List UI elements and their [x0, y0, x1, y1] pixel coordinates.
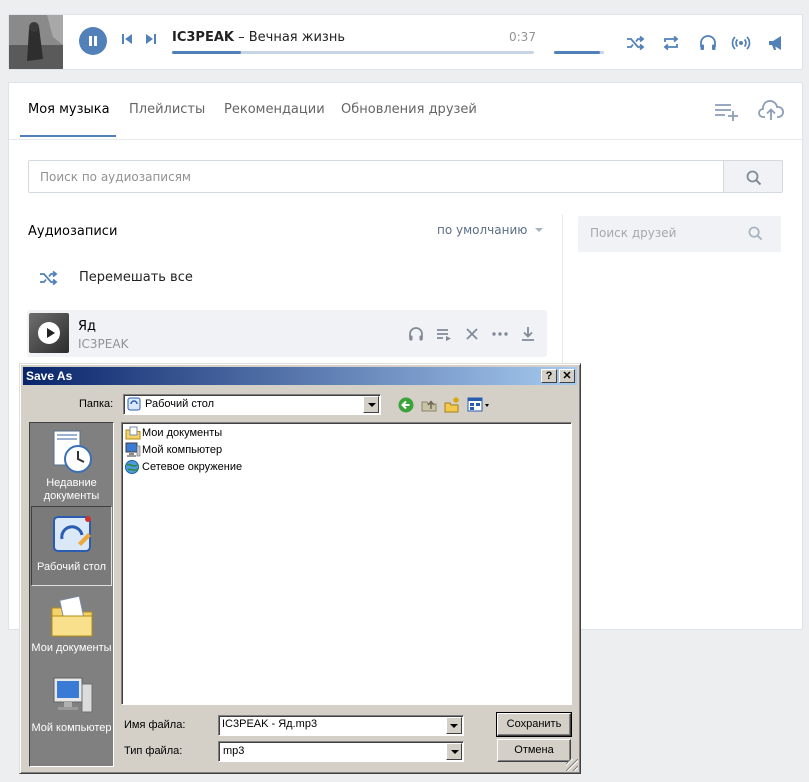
file-name: Сетевое окружение [142, 461, 243, 473]
file-list[interactable]: Мои документы Мой компьютер Сетевое окру… [121, 422, 572, 705]
pause-button[interactable] [79, 27, 107, 55]
audio-title[interactable]: Яд [78, 319, 96, 334]
delete-icon[interactable] [463, 325, 481, 343]
sort-dropdown[interactable]: по умолчанию [437, 223, 543, 237]
file-name: Мои документы [142, 427, 223, 439]
listen-icon[interactable] [407, 325, 425, 343]
place-recent-documents[interactable]: Недавние документы [31, 425, 112, 505]
shuffle-all-button[interactable]: Перемешать все [28, 261, 548, 295]
track-cover [9, 15, 63, 69]
track-time[interactable]: 0:37 [509, 30, 536, 44]
help-button[interactable]: ? [541, 369, 557, 383]
add-playlist-icon[interactable] [714, 99, 740, 123]
file-name: Мой компьютер [142, 444, 223, 456]
progress-bar[interactable] [172, 51, 534, 54]
shuffle-icon[interactable] [625, 33, 645, 53]
filename-field[interactable] [218, 715, 464, 736]
network-icon [125, 460, 139, 474]
folder-combo[interactable]: Рабочий стол [123, 394, 381, 415]
now-playing-artist[interactable]: IC3PEAK [172, 30, 234, 45]
view-menu-icon[interactable] [467, 396, 491, 414]
filename-label: Имя файла: [124, 719, 186, 731]
folder-dropdown-arrow[interactable] [363, 396, 379, 413]
place-desktop[interactable]: Рабочий стол [31, 506, 112, 586]
play-track-button[interactable] [29, 313, 69, 353]
volume-fill [554, 51, 600, 54]
place-label: Рабочий стол [36, 561, 107, 573]
search-icon [746, 170, 762, 186]
tab-playlists[interactable]: Плейлисты [129, 102, 205, 117]
my-computer-icon [53, 677, 92, 713]
friends-search-placeholder: Поиск друзей [590, 226, 677, 240]
repeat-icon[interactable] [661, 33, 681, 53]
tab-friends-updates[interactable]: Обновления друзей [341, 102, 477, 117]
new-folder-icon[interactable] [443, 396, 461, 414]
audio-artist[interactable]: IC3PEAK [78, 337, 128, 351]
audio-row[interactable]: Яд IC3PEAK [27, 310, 547, 357]
announce-icon[interactable] [766, 33, 786, 53]
audio-search-input[interactable] [28, 160, 723, 193]
recent-documents-icon [53, 430, 92, 473]
save-as-dialog: Save As ? ✕ Папка: Рабочий стол Недавние… [19, 363, 581, 774]
shuffle-icon [40, 270, 58, 286]
broadcast-icon[interactable] [731, 33, 751, 53]
now-playing-song: Вечная жизнь [248, 30, 345, 45]
up-folder-icon[interactable] [420, 396, 438, 414]
tab-my-music[interactable]: Моя музыка [28, 102, 110, 117]
upload-audio-icon[interactable] [758, 99, 784, 123]
filetype-label: Тип файла: [124, 745, 183, 757]
back-icon[interactable] [397, 396, 415, 414]
desktop-icon [127, 397, 141, 411]
play-next-icon[interactable] [435, 325, 453, 343]
places-bar: Недавние документы Рабочий стол Мои доку… [29, 422, 114, 767]
filename-dropdown-arrow[interactable] [446, 717, 462, 734]
tab-recommendations[interactable]: Рекомендации [224, 102, 325, 117]
active-tab-indicator [20, 135, 116, 137]
filename-input[interactable] [222, 718, 444, 730]
shuffle-label: Перемешать все [79, 270, 193, 285]
previous-track-button[interactable] [121, 33, 133, 49]
music-tabs: Моя музыка Плейлисты Рекомендации Обновл… [9, 83, 802, 140]
close-button[interactable]: ✕ [559, 369, 575, 383]
next-icon [146, 34, 156, 44]
now-playing-title: IC3PEAK – Вечная жизнь [172, 30, 345, 45]
place-my-computer[interactable]: Мой компьютер [31, 670, 112, 750]
audio-player: IC3PEAK – Вечная жизнь 0:37 [8, 14, 803, 70]
more-icon[interactable] [491, 325, 509, 343]
filetype-value: mp3 [223, 745, 245, 757]
filetype-dropdown-arrow[interactable] [446, 743, 462, 760]
title-separator: – [233, 30, 249, 45]
my-documents-icon [125, 426, 141, 440]
filetype-combo[interactable]: mp3 [218, 741, 464, 762]
dialog-titlebar[interactable]: Save As ? ✕ [23, 367, 577, 385]
previous-icon [122, 34, 132, 44]
place-label: Мои документы [31, 642, 112, 654]
place-my-documents[interactable]: Мои документы [31, 588, 112, 668]
search-icon [748, 226, 763, 241]
audios-heading: Аудиозаписи [28, 224, 118, 239]
my-computer-icon [125, 442, 141, 457]
cancel-button[interactable]: Отмена [497, 739, 571, 762]
headphones-icon[interactable] [698, 33, 718, 53]
resize-grip[interactable] [566, 759, 578, 771]
progress-fill [172, 51, 241, 54]
place-label: Мой компьютер [31, 722, 112, 734]
download-icon[interactable] [519, 325, 537, 343]
desktop-icon [52, 516, 91, 552]
volume-slider[interactable] [554, 51, 604, 54]
next-track-button[interactable] [145, 33, 157, 49]
folder-label: Папка: [79, 398, 114, 410]
dialog-title: Save As [26, 369, 73, 383]
audio-search-button[interactable] [723, 160, 783, 193]
save-button[interactable]: Сохранить [496, 712, 572, 737]
folder-value: Рабочий стол [145, 398, 215, 410]
place-label: Недавние документы [43, 477, 100, 502]
my-documents-icon [51, 595, 92, 637]
friends-search-input[interactable]: Поиск друзей [578, 216, 781, 252]
